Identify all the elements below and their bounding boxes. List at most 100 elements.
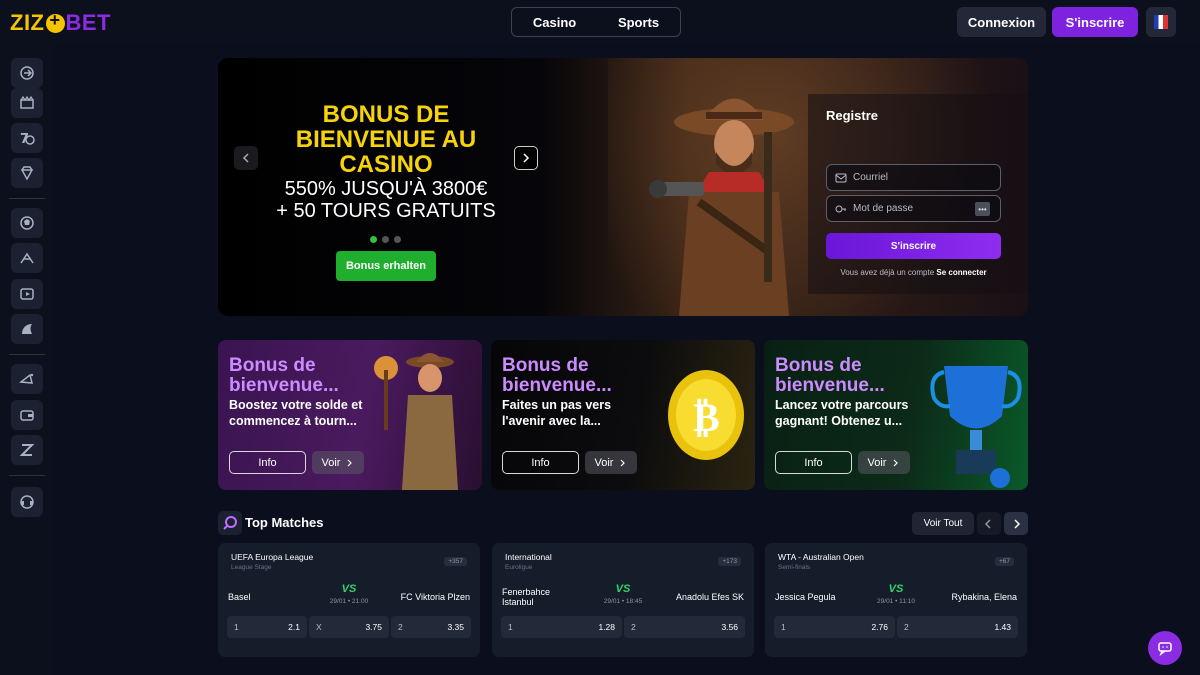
live-chat-button[interactable] bbox=[1148, 631, 1182, 665]
match-league: UEFA Europa League bbox=[231, 552, 314, 562]
zizo-icon[interactable] bbox=[11, 435, 43, 465]
promo-desc-line1: Boostez votre solde et bbox=[229, 398, 363, 412]
promo-info-button[interactable]: Info bbox=[502, 451, 579, 474]
matches-prev-button[interactable] bbox=[977, 512, 1001, 535]
market-count-badge: +173 bbox=[718, 557, 741, 566]
odds-button[interactable]: 1 2.1 bbox=[227, 616, 307, 638]
esports-icon[interactable] bbox=[11, 314, 43, 344]
logout-icon[interactable] bbox=[11, 58, 43, 88]
hero-subtitle-line1: 550% JUSQU'À 3800€ bbox=[284, 178, 488, 200]
promo-title-line2: bienvenue... bbox=[775, 375, 885, 396]
mail-icon bbox=[835, 173, 847, 182]
match-card[interactable]: International Euroligue +173 Fenerbahce … bbox=[492, 543, 754, 657]
soccer-icon[interactable] bbox=[11, 208, 43, 238]
logo-text-part2: BET bbox=[65, 10, 111, 35]
promo-title-line1: Bonus de bbox=[502, 355, 589, 376]
carousel-dot[interactable] bbox=[370, 236, 377, 243]
logo-o-icon bbox=[45, 10, 65, 33]
promo-desc: Lancez votre parcours gagnant! Obtenez u.… bbox=[775, 397, 925, 429]
match-card[interactable]: UEFA Europa League League Stage +357 Bas… bbox=[218, 543, 480, 657]
odds-label: 1 bbox=[234, 622, 239, 632]
away-team: Rybakina, Elena bbox=[951, 592, 1017, 602]
odds-value: 2.1 bbox=[288, 622, 300, 632]
bonus-cta-button[interactable]: Bonus erhalten bbox=[336, 251, 436, 281]
casino-sports-switch: Casino Sports bbox=[511, 7, 681, 37]
match-stage: League Stage bbox=[231, 564, 272, 571]
chevron-right-icon bbox=[1014, 518, 1021, 529]
promo-desc: Faites un pas vers l'avenir avec la... bbox=[502, 397, 652, 429]
chevron-left-icon bbox=[242, 153, 249, 163]
odds-value: 1.28 bbox=[598, 622, 615, 632]
top-matches-title: Top Matches bbox=[245, 515, 324, 530]
flag-fr-icon bbox=[1154, 15, 1168, 29]
carousel-dot[interactable] bbox=[394, 236, 401, 243]
video-icon[interactable] bbox=[11, 279, 43, 309]
odds-value: 3.35 bbox=[447, 622, 464, 632]
odds-button[interactable]: 1 1.28 bbox=[501, 616, 622, 638]
carousel-dots bbox=[370, 236, 401, 243]
match-league: International bbox=[505, 552, 552, 562]
hero-subtitle: 550% JUSQU'À 3800€ + 50 TOURS GRATUITS bbox=[258, 178, 514, 222]
promo-info-button[interactable]: Info bbox=[775, 451, 852, 474]
show-password-icon[interactable]: ••• bbox=[975, 202, 990, 216]
sidebar: 7 bbox=[0, 44, 54, 675]
support-icon[interactable] bbox=[11, 487, 43, 517]
odds-label: 1 bbox=[508, 622, 513, 632]
carousel-dot[interactable] bbox=[382, 236, 389, 243]
odds-button[interactable]: 2 1.43 bbox=[897, 616, 1018, 638]
promo-title-line1: Bonus de bbox=[229, 355, 316, 376]
slots-icon[interactable]: 7 bbox=[11, 123, 43, 153]
promo-voir-button[interactable]: Voir bbox=[585, 451, 637, 474]
promo-desc-line1: Lancez votre parcours bbox=[775, 398, 909, 412]
voir-tout-button[interactable]: Voir Tout bbox=[912, 512, 974, 535]
hero-prev-button[interactable] bbox=[234, 146, 258, 170]
login-link[interactable]: Se connecter bbox=[936, 268, 986, 277]
odds-button[interactable]: 2 3.56 bbox=[624, 616, 745, 638]
hero-subtitle-line2: + 50 TOURS GRATUITS bbox=[276, 200, 496, 222]
promotions-icon[interactable] bbox=[11, 364, 43, 394]
promo-title: Bonus de bienvenue... bbox=[229, 356, 379, 396]
register-submit-button[interactable]: S'inscrire bbox=[826, 233, 1001, 259]
promo-card-sports[interactable]: Bonus de bienvenue... Lancez votre parcou… bbox=[764, 340, 1028, 490]
odds-label: 1 bbox=[781, 622, 786, 632]
promo-voir-button[interactable]: Voir bbox=[858, 451, 910, 474]
email-field[interactable]: Courriel bbox=[826, 164, 1001, 191]
signup-button[interactable]: S'inscrire bbox=[1052, 7, 1138, 37]
odds-button[interactable]: 2 3.35 bbox=[391, 616, 471, 638]
register-title: Registre bbox=[826, 108, 879, 123]
nav-casino[interactable]: Casino bbox=[533, 15, 576, 30]
login-prompt-text: Vous avez déjà un compte bbox=[840, 268, 935, 277]
odds-label: 2 bbox=[631, 622, 636, 632]
hero-title: BONUS DE BIENVENUE AU CASINO bbox=[295, 101, 477, 178]
promo-title-line1: Bonus de bbox=[775, 355, 862, 376]
brand-logo[interactable]: ZIZ BET bbox=[10, 10, 111, 36]
sports-icon[interactable] bbox=[11, 243, 43, 273]
nav-sports[interactable]: Sports bbox=[618, 15, 659, 30]
top-matches-icon bbox=[218, 511, 242, 535]
odds-button[interactable]: X 3.75 bbox=[309, 616, 389, 638]
away-team: Anadolu Efes SK bbox=[675, 592, 744, 602]
hero-next-button[interactable] bbox=[514, 146, 538, 170]
login-button[interactable]: Connexion bbox=[957, 7, 1046, 37]
odds-button[interactable]: 1 2.76 bbox=[774, 616, 895, 638]
svg-text:₿: ₿ bbox=[693, 395, 720, 441]
promo-voir-button[interactable]: Voir bbox=[312, 451, 364, 474]
promo-desc-line2: commencez à tourn... bbox=[229, 414, 357, 428]
casino-icon[interactable] bbox=[11, 88, 43, 118]
promo-title: Bonus de bienvenue... bbox=[502, 356, 652, 396]
diamond-icon[interactable] bbox=[11, 158, 43, 188]
matches-next-button[interactable] bbox=[1004, 512, 1028, 535]
sidebar-divider bbox=[9, 198, 45, 199]
promo-card-casino[interactable]: Bonus de bienvenue... Boostez votre solde… bbox=[218, 340, 482, 490]
password-field[interactable]: Mot de passe ••• bbox=[826, 195, 1001, 222]
wallet-icon[interactable] bbox=[11, 400, 43, 430]
match-card[interactable]: WTA - Australian Open Semi-finals +67 Je… bbox=[765, 543, 1027, 657]
key-icon bbox=[835, 205, 846, 212]
promo-info-button[interactable]: Info bbox=[229, 451, 306, 474]
promo-card-crypto[interactable]: ₿ Bonus de bienvenue... Faites un pas ver… bbox=[491, 340, 755, 490]
register-panel bbox=[808, 94, 1028, 294]
away-team: FC Viktoria Plzen bbox=[400, 592, 470, 602]
cowboy-illustration bbox=[649, 98, 794, 316]
top-bar: ZIZ BET Casino Sports Connexion S'inscrir… bbox=[0, 0, 1200, 44]
language-selector[interactable] bbox=[1146, 7, 1176, 37]
